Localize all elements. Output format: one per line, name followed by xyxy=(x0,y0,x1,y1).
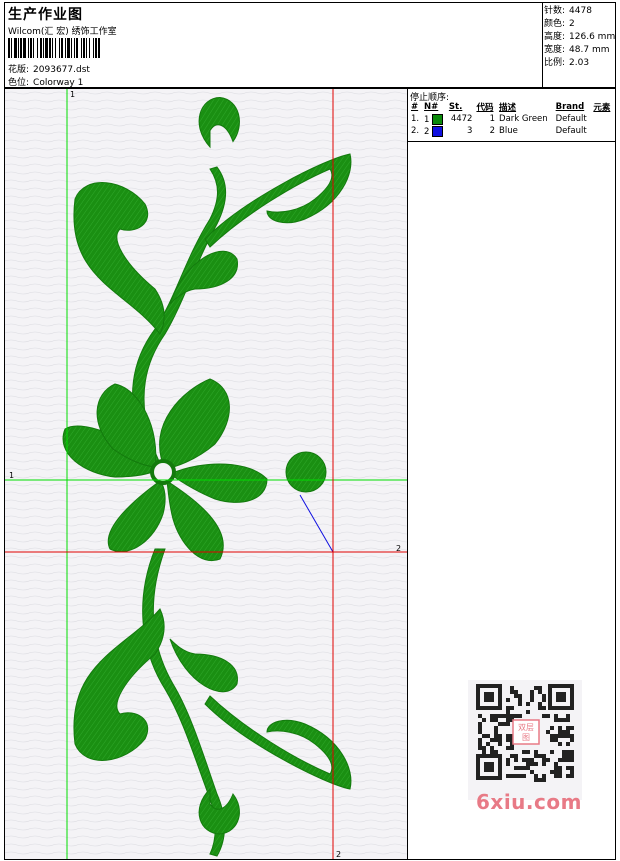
watermark-text: 6xiu.com xyxy=(476,790,582,814)
barcode-bar xyxy=(100,38,101,58)
stat-label: 比例: xyxy=(544,58,566,68)
barcode xyxy=(8,38,146,58)
guide-label-red-right: 2 xyxy=(396,544,401,553)
color-swatch xyxy=(432,125,444,137)
stats-panel: 针数: 4478 颜色: 2 高度: 126.6 mm 宽度: 48.7 mm 比例: 2… xyxy=(544,5,616,70)
guide-label-green-top: 1 xyxy=(70,90,75,99)
production-worksheet: 生产作业图 Wilcom(汇 宏) 绣饰工作室 花版: 2093677.dst 色… xyxy=(0,0,620,861)
design-file-value: 2093677.dst xyxy=(33,65,90,75)
header-panel: 生产作业图 Wilcom(汇 宏) 绣饰工作室 花版: 2093677.dst 色… xyxy=(4,2,616,88)
stat-label: 颜色: xyxy=(544,19,566,29)
stat-width: 宽度: 48.7 mm xyxy=(544,44,616,57)
panel-divider xyxy=(408,141,615,142)
thread-element xyxy=(591,113,614,125)
page-title: 生产作业图 xyxy=(8,7,83,23)
thread-table: # N# St. 代码 描述 Brand 元素 1. 1 4472 1 Dark… xyxy=(409,101,614,137)
colorway-line: 色位: Colorway 1 xyxy=(8,75,83,88)
stat-label: 高度: xyxy=(544,32,566,42)
studio-name: Wilcom(汇 宏) 绣饰工作室 xyxy=(8,27,117,37)
needle-value: 1 xyxy=(424,114,430,125)
embroidery-preview: 1 1 2 2 xyxy=(5,89,407,859)
thread-description: Blue xyxy=(499,126,518,136)
stat-value: 126.6 mm xyxy=(569,32,616,42)
col-header: Brand xyxy=(555,102,585,112)
stat-value: 4478 xyxy=(569,6,592,16)
col-header: St. xyxy=(448,102,463,112)
qr-center-logo: 双层 xyxy=(518,723,534,732)
col-header: 代码 xyxy=(476,103,494,113)
col-header: N# xyxy=(424,102,439,112)
round-dot xyxy=(285,451,327,493)
thread-code: 2 xyxy=(489,126,496,136)
row-index: 1. xyxy=(411,114,420,124)
thread-code: 1 xyxy=(489,114,496,124)
stat-colors: 颜色: 2 xyxy=(544,18,616,31)
colorway-label: 色位: xyxy=(8,78,30,88)
stat-label: 宽度: xyxy=(544,45,566,55)
table-row: 1. 1 4472 1 Dark Green Default xyxy=(409,113,614,125)
thread-brand: Default xyxy=(555,126,587,136)
guide-label-green-left: 1 xyxy=(9,471,14,480)
col-header: 描述 xyxy=(499,103,517,113)
color-swatch xyxy=(432,113,444,125)
needle-number: 2 xyxy=(422,125,447,137)
stat-value: 2 xyxy=(569,19,575,29)
needle-value: 2 xyxy=(424,126,430,137)
design-file-line: 花版: 2093677.dst xyxy=(8,62,90,75)
stat-height: 高度: 126.6 mm xyxy=(544,31,616,44)
stat-value: 48.7 mm xyxy=(569,45,610,55)
colorway-value: Colorway 1 xyxy=(33,78,84,88)
stat-value: 2.03 xyxy=(569,58,590,68)
header-divider xyxy=(542,3,543,87)
design-file-label: 花版: xyxy=(8,65,30,75)
stat-label: 针数: xyxy=(544,6,566,16)
stat-stitches: 针数: 4478 xyxy=(544,5,616,18)
stat-scale: 比例: 2.03 xyxy=(544,57,616,70)
thread-element xyxy=(591,125,614,137)
thread-description: Dark Green xyxy=(499,114,548,124)
col-header: # xyxy=(411,102,419,112)
thread-brand: Default xyxy=(555,114,587,124)
guide-label-red-bottom: 2 xyxy=(336,850,341,859)
needle-number: 1 xyxy=(422,113,447,125)
table-header-row: # N# St. 代码 描述 Brand 元素 xyxy=(409,101,614,113)
col-header: 元素 xyxy=(593,103,611,113)
qr-code: 双层 图 xyxy=(468,680,582,800)
table-row: 2. 2 3 2 Blue Default xyxy=(409,125,614,137)
stitch-count: 3 xyxy=(467,126,473,136)
svg-text:图: 图 xyxy=(522,733,530,742)
stitch-count: 4472 xyxy=(450,114,473,124)
design-canvas: 1 1 2 2 xyxy=(4,88,408,860)
row-index: 2. xyxy=(411,126,420,136)
